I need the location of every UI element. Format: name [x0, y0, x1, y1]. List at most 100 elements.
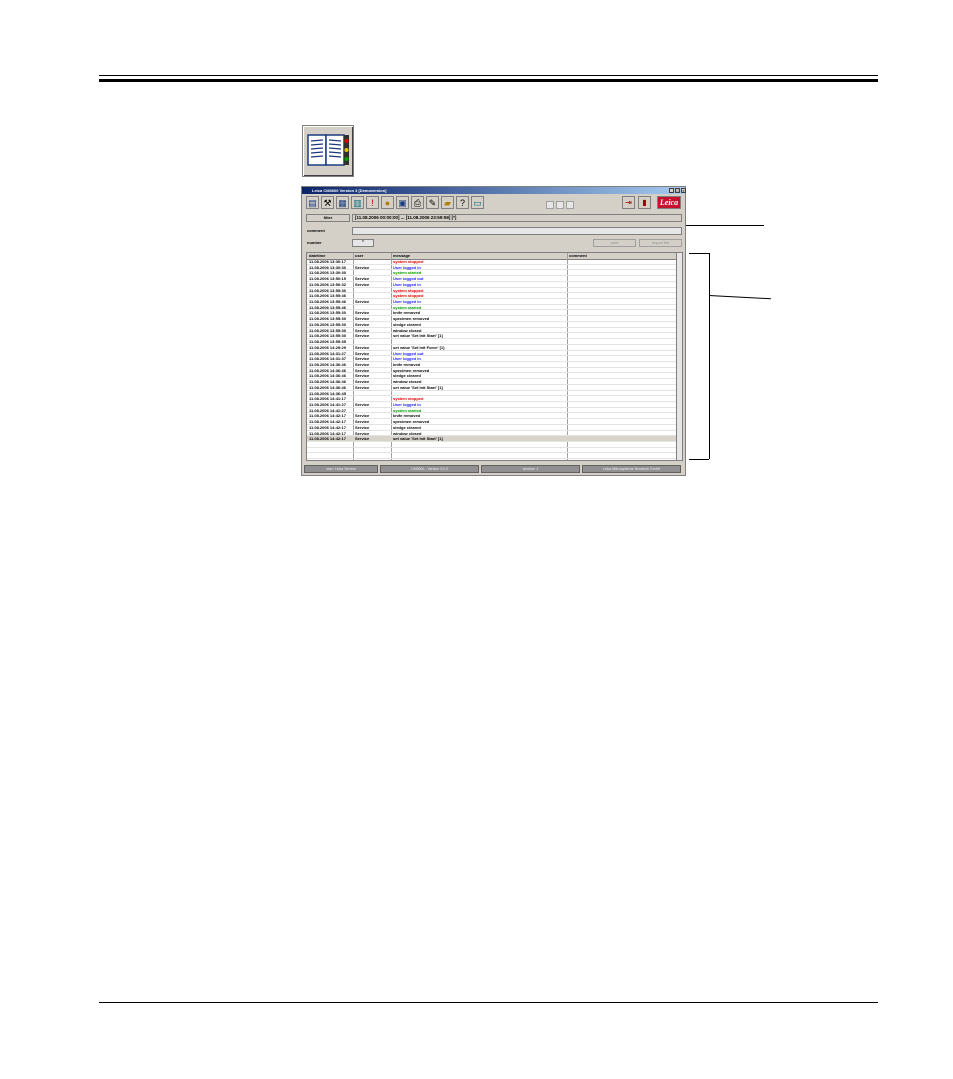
cell-user: Service [355, 264, 370, 270]
comment-field[interactable] [352, 227, 682, 235]
cell-datetime: 11.08.2006 13:55:46 [309, 299, 346, 305]
paint-icon[interactable]: ✎ [426, 196, 439, 209]
comment-label: comment [307, 228, 325, 233]
cell-datetime: 11.08.2006 14:36:46 [309, 379, 346, 385]
cell-datetime: 11.08.2006 14:41:27 [309, 401, 346, 407]
monitor-icon[interactable]: ▭ [471, 196, 484, 209]
cell-message: User logged in [393, 356, 421, 362]
export-file-button[interactable]: export file [639, 239, 682, 247]
cell-user: Service [355, 310, 370, 316]
cell-message: specimen removed [393, 367, 430, 373]
cell-message: knife removed [393, 310, 421, 316]
cell-datetime: 11.08.2006 14:41:27 [309, 407, 346, 413]
cell-message: specimen removed [393, 419, 430, 425]
door-icon[interactable]: ▮ [638, 196, 651, 209]
warning-icon[interactable]: ! [366, 196, 379, 209]
cell-user: Service [355, 379, 370, 385]
cell-message: system stopped [393, 396, 424, 402]
nav-first-button[interactable] [546, 201, 554, 209]
nav-prev-button[interactable] [556, 201, 564, 209]
chart-icon[interactable]: ▦ [336, 196, 349, 209]
callout-line-filter [686, 225, 764, 226]
exit-icon[interactable]: ⇥ [622, 196, 635, 209]
cell-message: User logged out [393, 276, 424, 282]
cell-datetime: 11.08.2006 13:55:30 [309, 327, 346, 333]
cell-user: Service [355, 356, 370, 362]
cell-message: system stopped [393, 287, 424, 293]
cell-message: window closed [393, 430, 422, 436]
cell-datetime: 11.08.2006 14:36:46 [309, 384, 346, 390]
cell-user: Service [355, 361, 370, 367]
nav-next-button[interactable] [566, 201, 574, 209]
cell-message: set value 'Set Init Start' [1] [393, 436, 443, 442]
cell-datetime: 11.08.2006 13:55:30 [309, 333, 346, 339]
cell-message: User logged out [393, 350, 424, 356]
print-button[interactable]: print [593, 239, 636, 247]
callout-bracket-top [689, 253, 709, 254]
cell-user: Service [355, 350, 370, 356]
minimize-button[interactable]: _ [669, 188, 674, 193]
cell-user: Service [355, 321, 370, 327]
cell-message: User logged in [393, 299, 421, 305]
cell-datetime: 11.08.2006 13:55:46 [309, 293, 346, 299]
maximize-button[interactable]: □ [675, 188, 680, 193]
cell-user: Service [355, 333, 370, 339]
filter-button[interactable]: filter [306, 214, 350, 222]
cell-user: Service [355, 344, 370, 350]
number-label: number [307, 240, 322, 245]
book-icon[interactable]: ▥ [351, 196, 364, 209]
cell-message: set value 'Set Init Start' [1] [393, 333, 443, 339]
cell-user: Service [355, 413, 370, 419]
cell-message: knife removed [393, 413, 421, 419]
cell-message: system started [393, 304, 422, 310]
cell-user: Service [355, 424, 370, 430]
cell-user: Service [355, 430, 370, 436]
cell-message: knife removed [393, 361, 421, 367]
cell-message: User logged in [393, 264, 421, 270]
table-scrollbar[interactable] [676, 253, 682, 460]
cell-user: Service [355, 436, 370, 442]
cell-user: Service [355, 373, 370, 379]
cell-datetime: 11.08.2006 14:36:45 [309, 390, 346, 396]
cell-datetime: 11.08.2006 13:55:30 [309, 310, 346, 316]
cell-datetime: 11.08.2006 14:42:17 [309, 424, 346, 430]
empty-row [307, 453, 676, 460]
cell-message: User logged in [393, 401, 421, 407]
cell-datetime: 11.08.2006 14:36:46 [309, 367, 346, 373]
cell-user: Service [355, 419, 370, 425]
print-icon[interactable]: ⎙ [411, 196, 424, 209]
callout-line-table [708, 295, 771, 300]
cell-datetime: 11.08.2006 14:42:17 [309, 419, 346, 425]
cell-datetime: 11.08.2006 13:55:30 [309, 321, 346, 327]
status-version: CM3600 - Version 3.0.3 [380, 465, 479, 473]
logbook-tool-icon[interactable]: ▤ [306, 196, 319, 209]
cell-user: Service [355, 276, 370, 282]
cell-message: User logged in [393, 281, 421, 287]
header-rule-thin [99, 75, 878, 76]
help-icon[interactable]: ? [456, 196, 469, 209]
number-field[interactable]: * [352, 239, 374, 247]
title-bar: Leica CM3600 Version 3 [Demoversion] _ □… [302, 187, 686, 194]
cell-datetime: 11.08.2006 13:50:32 [309, 281, 346, 287]
cell-user: Service [355, 401, 370, 407]
header-rule-thick [99, 79, 878, 82]
status-window: window: 1 [481, 465, 580, 473]
cell-message: system stopped [393, 259, 424, 264]
status-bar: user: Leica Service CM3600 - Version 3.0… [304, 465, 683, 473]
lightbulb-icon[interactable]: ● [381, 196, 394, 209]
close-button[interactable]: x [681, 188, 686, 193]
save-icon[interactable]: ▣ [396, 196, 409, 209]
cell-message: window closed [393, 327, 422, 333]
cell-user: Service [355, 384, 370, 390]
cell-datetime: 11.08.2006 13:30:30 [309, 270, 346, 276]
cell-message: window closed [393, 379, 422, 385]
footer-rule [99, 1002, 878, 1003]
cell-message: specimen removed [393, 316, 430, 322]
cell-datetime: 11.08.2006 14:42:17 [309, 430, 346, 436]
cell-datetime: 11.08.2006 13:55:35 [309, 339, 346, 345]
toolbar: ▤ ⚒ ▦ ▥ ! ● ▣ ⎙ ✎ ▰ ? ▭ [306, 196, 484, 210]
cell-user: Service [355, 316, 370, 322]
folder-icon[interactable]: ▰ [441, 196, 454, 209]
tools-icon[interactable]: ⚒ [321, 196, 334, 209]
cell-datetime: 11.08.2006 14:42:17 [309, 413, 346, 419]
